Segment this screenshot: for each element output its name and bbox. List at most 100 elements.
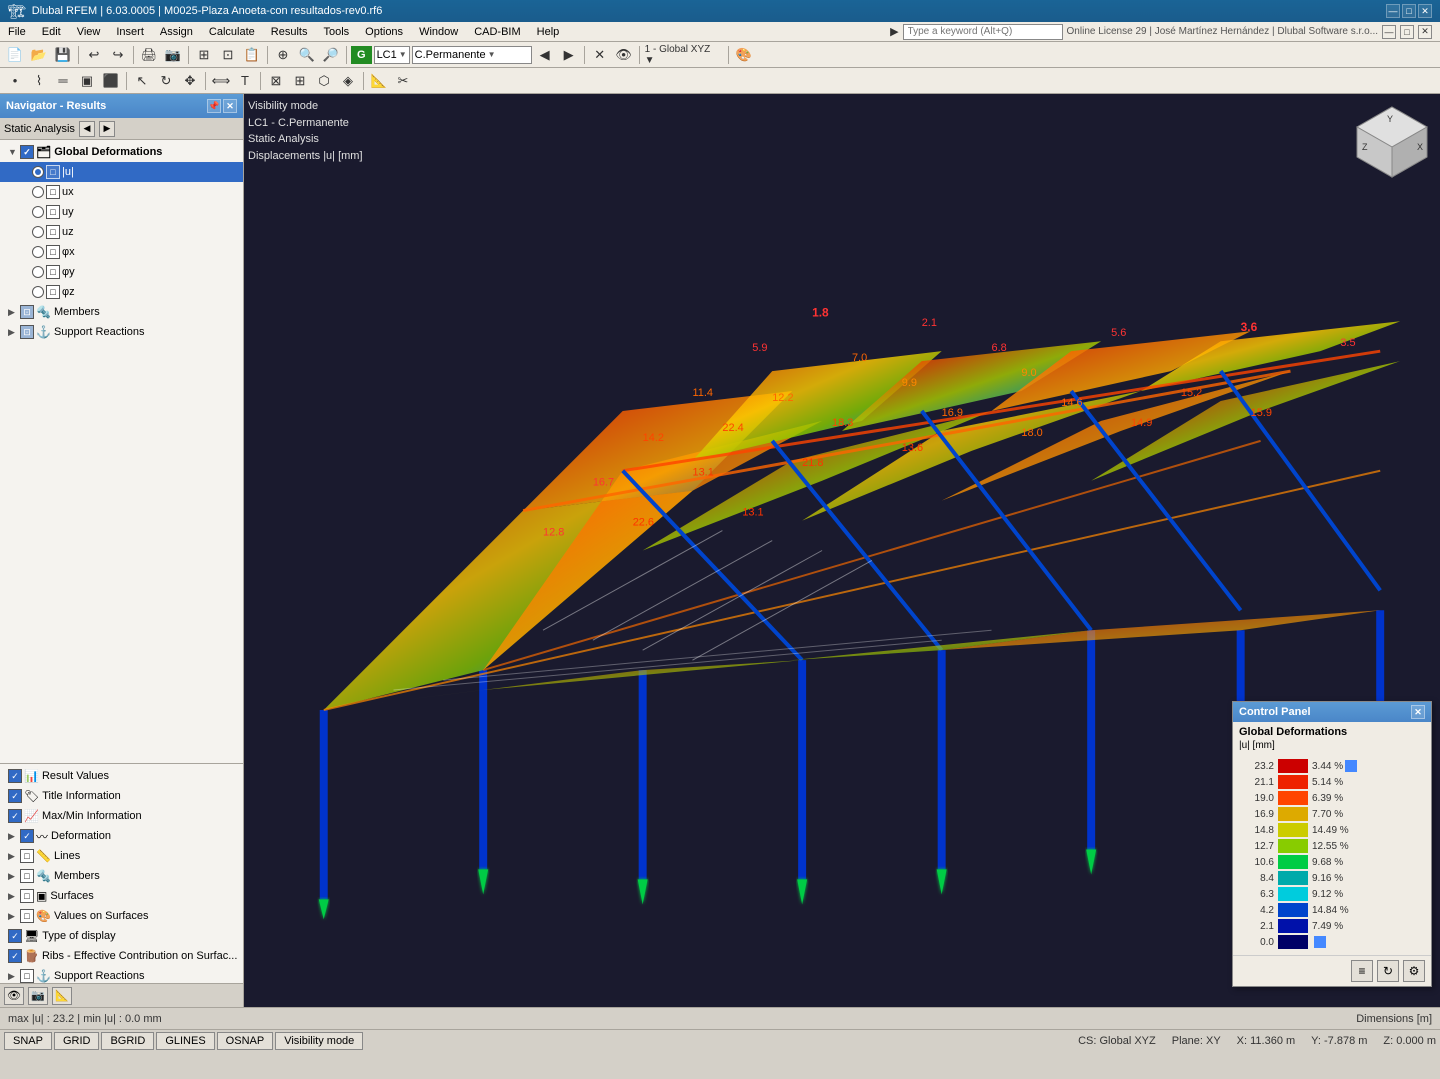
bgrid-btn[interactable]: BGRID [101, 1032, 154, 1050]
new-btn[interactable]: 📄 [4, 44, 26, 66]
check-ribs[interactable]: ✓ [8, 949, 22, 963]
dimension-btn[interactable]: ⟺ [210, 70, 232, 92]
section-btn[interactable]: ✂ [392, 70, 414, 92]
menu-results[interactable]: Results [263, 22, 316, 42]
menu-view[interactable]: View [69, 22, 109, 42]
check-type-display[interactable]: ✓ [8, 929, 22, 943]
menu-cad-bim[interactable]: CAD-BIM [466, 22, 528, 42]
check-phix[interactable]: □ [46, 245, 60, 259]
tree-item-title-info[interactable]: ✓ 🏷 Title Information [0, 786, 243, 806]
check-sr-disp[interactable]: □ [20, 969, 34, 983]
tree-item-phiz[interactable]: □ φz [0, 282, 243, 302]
undo-btn[interactable]: ↩ [83, 44, 105, 66]
check-maxmin[interactable]: ✓ [8, 809, 22, 823]
tree-item-maxmin-info[interactable]: ✓ 📈 Max/Min Information [0, 806, 243, 826]
result-view-btn[interactable]: 👁 [613, 44, 635, 66]
menu-help[interactable]: Help [529, 22, 568, 42]
radio-ux[interactable] [32, 186, 44, 198]
lc-selector[interactable]: G LC1 ▼ C.Permanente ▼ [351, 46, 532, 64]
tree-item-lines[interactable]: ▶ □ 📏 Lines [0, 846, 243, 866]
rendering-btn[interactable]: 🎨 [733, 44, 755, 66]
view-xyz-combo[interactable]: 1 - Global XYZ ▼ [644, 44, 724, 66]
menu-calculate[interactable]: Calculate [201, 22, 263, 42]
check-u-abs[interactable]: □ [46, 165, 60, 179]
nav-cube[interactable]: Y X Z [1352, 102, 1432, 182]
radio-phiz[interactable] [32, 286, 44, 298]
menu-window[interactable]: Window [411, 22, 466, 42]
lc-name-combo[interactable]: C.Permanente ▼ [412, 46, 532, 64]
snap-btn[interactable]: SNAP [4, 1032, 52, 1050]
check-global-def[interactable]: ✓ [20, 145, 34, 159]
tree-item-type-display[interactable]: ✓ 🖥 Type of display [0, 926, 243, 946]
cp-table-btn[interactable]: ≡ [1351, 960, 1373, 982]
tree-item-ribs[interactable]: ✓ 🪵 Ribs - Effective Contribution on Sur… [0, 946, 243, 966]
tree-item-uy[interactable]: □ uy [0, 202, 243, 222]
zoom-in-btn[interactable]: 🔍 [296, 44, 318, 66]
menubar-close-btn[interactable]: ✕ [1418, 25, 1432, 39]
tree-item-support-reactions-disp[interactable]: ▶ □ ⚓ Support Reactions [0, 966, 243, 983]
close-button[interactable]: ✕ [1418, 4, 1432, 18]
radio-phiy[interactable] [32, 266, 44, 278]
result-cross-btn[interactable]: ✕ [589, 44, 611, 66]
osnap-btn[interactable]: OSNAP [217, 1032, 274, 1050]
tree-item-ux[interactable]: □ ux [0, 182, 243, 202]
check-lines[interactable]: □ [20, 849, 34, 863]
nav-close-btn[interactable]: ✕ [223, 99, 237, 113]
navigator-header-controls[interactable]: 📌 ✕ [207, 99, 237, 113]
visibility-mode-btn[interactable]: Visibility mode [275, 1032, 363, 1050]
minimize-button[interactable]: — [1386, 4, 1400, 18]
view-top-btn[interactable]: ⊞ [289, 70, 311, 92]
zoom-out-btn[interactable]: 🔎 [320, 44, 342, 66]
solid-btn[interactable]: ⬛ [100, 70, 122, 92]
tree-item-uz[interactable]: □ uz [0, 222, 243, 242]
menu-insert[interactable]: Insert [108, 22, 152, 42]
check-surfaces[interactable]: □ [20, 889, 34, 903]
radio-uy[interactable] [32, 206, 44, 218]
maximize-button[interactable]: □ [1402, 4, 1416, 18]
print-btn[interactable]: 🖨 [138, 44, 160, 66]
menu-options[interactable]: Options [357, 22, 411, 42]
nav-eye-btn[interactable]: 👁 [4, 987, 24, 1005]
view-front-btn[interactable]: ⊠ [265, 70, 287, 92]
radio-u-abs[interactable] [32, 166, 44, 178]
menu-edit[interactable]: Edit [34, 22, 69, 42]
next-lc-btn[interactable]: ▶ [558, 44, 580, 66]
glines-btn[interactable]: GLINES [156, 1032, 214, 1050]
tree-item-global-deformations[interactable]: ▼ ✓ 🗂 Global Deformations [0, 142, 243, 162]
menu-file[interactable]: File [0, 22, 34, 42]
select-btn[interactable]: ↖ [131, 70, 153, 92]
nav-measure-btn[interactable]: 📐 [52, 987, 72, 1005]
cp-refresh-btn[interactable]: ↻ [1377, 960, 1399, 982]
nav-back-btn[interactable]: ◀ [79, 121, 95, 137]
check-vos[interactable]: □ [20, 909, 34, 923]
tree-item-u-abs[interactable]: □ |u| [0, 162, 243, 182]
move-btn[interactable]: ✥ [179, 70, 201, 92]
view-iso-btn[interactable]: ⬡ [313, 70, 335, 92]
check-members[interactable]: ⊡ [20, 305, 34, 319]
screenshot-btn[interactable]: 📷 [162, 44, 184, 66]
menubar-minimize-btn[interactable]: — [1382, 25, 1396, 39]
search-input[interactable] [903, 24, 1063, 40]
radio-uz[interactable] [32, 226, 44, 238]
tree-item-phiy[interactable]: □ φy [0, 262, 243, 282]
check-uz[interactable]: □ [46, 225, 60, 239]
nav-forward-btn[interactable]: ▶ [99, 121, 115, 137]
viewport[interactable]: Visibility mode LC1 - C.Permanente Stati… [244, 94, 1440, 1007]
check-ux[interactable]: □ [46, 185, 60, 199]
member-btn[interactable]: ═ [52, 70, 74, 92]
tree-item-result-values[interactable]: ✓ 📊 Result Values [0, 766, 243, 786]
check-title-info[interactable]: ✓ [8, 789, 22, 803]
tree-item-surfaces[interactable]: ▶ □ ▣ Surfaces [0, 886, 243, 906]
snap-btn[interactable]: ⊡ [217, 44, 239, 66]
measure-btn[interactable]: 📐 [368, 70, 390, 92]
tree-item-phix[interactable]: □ φx [0, 242, 243, 262]
save-btn[interactable]: 💾 [52, 44, 74, 66]
menubar-restore-btn[interactable]: □ [1400, 25, 1414, 39]
line-btn[interactable]: ⌇ [28, 70, 50, 92]
tree-item-members-disp[interactable]: ▶ □ 🔩 Members [0, 866, 243, 886]
nav-camera-btn[interactable]: 📷 [28, 987, 48, 1005]
tree-item-members[interactable]: ▶ ⊡ 🔩 Members [0, 302, 243, 322]
text-btn[interactable]: T [234, 70, 256, 92]
nav-dock-btn[interactable]: 📌 [207, 99, 221, 113]
menu-assign[interactable]: Assign [152, 22, 201, 42]
